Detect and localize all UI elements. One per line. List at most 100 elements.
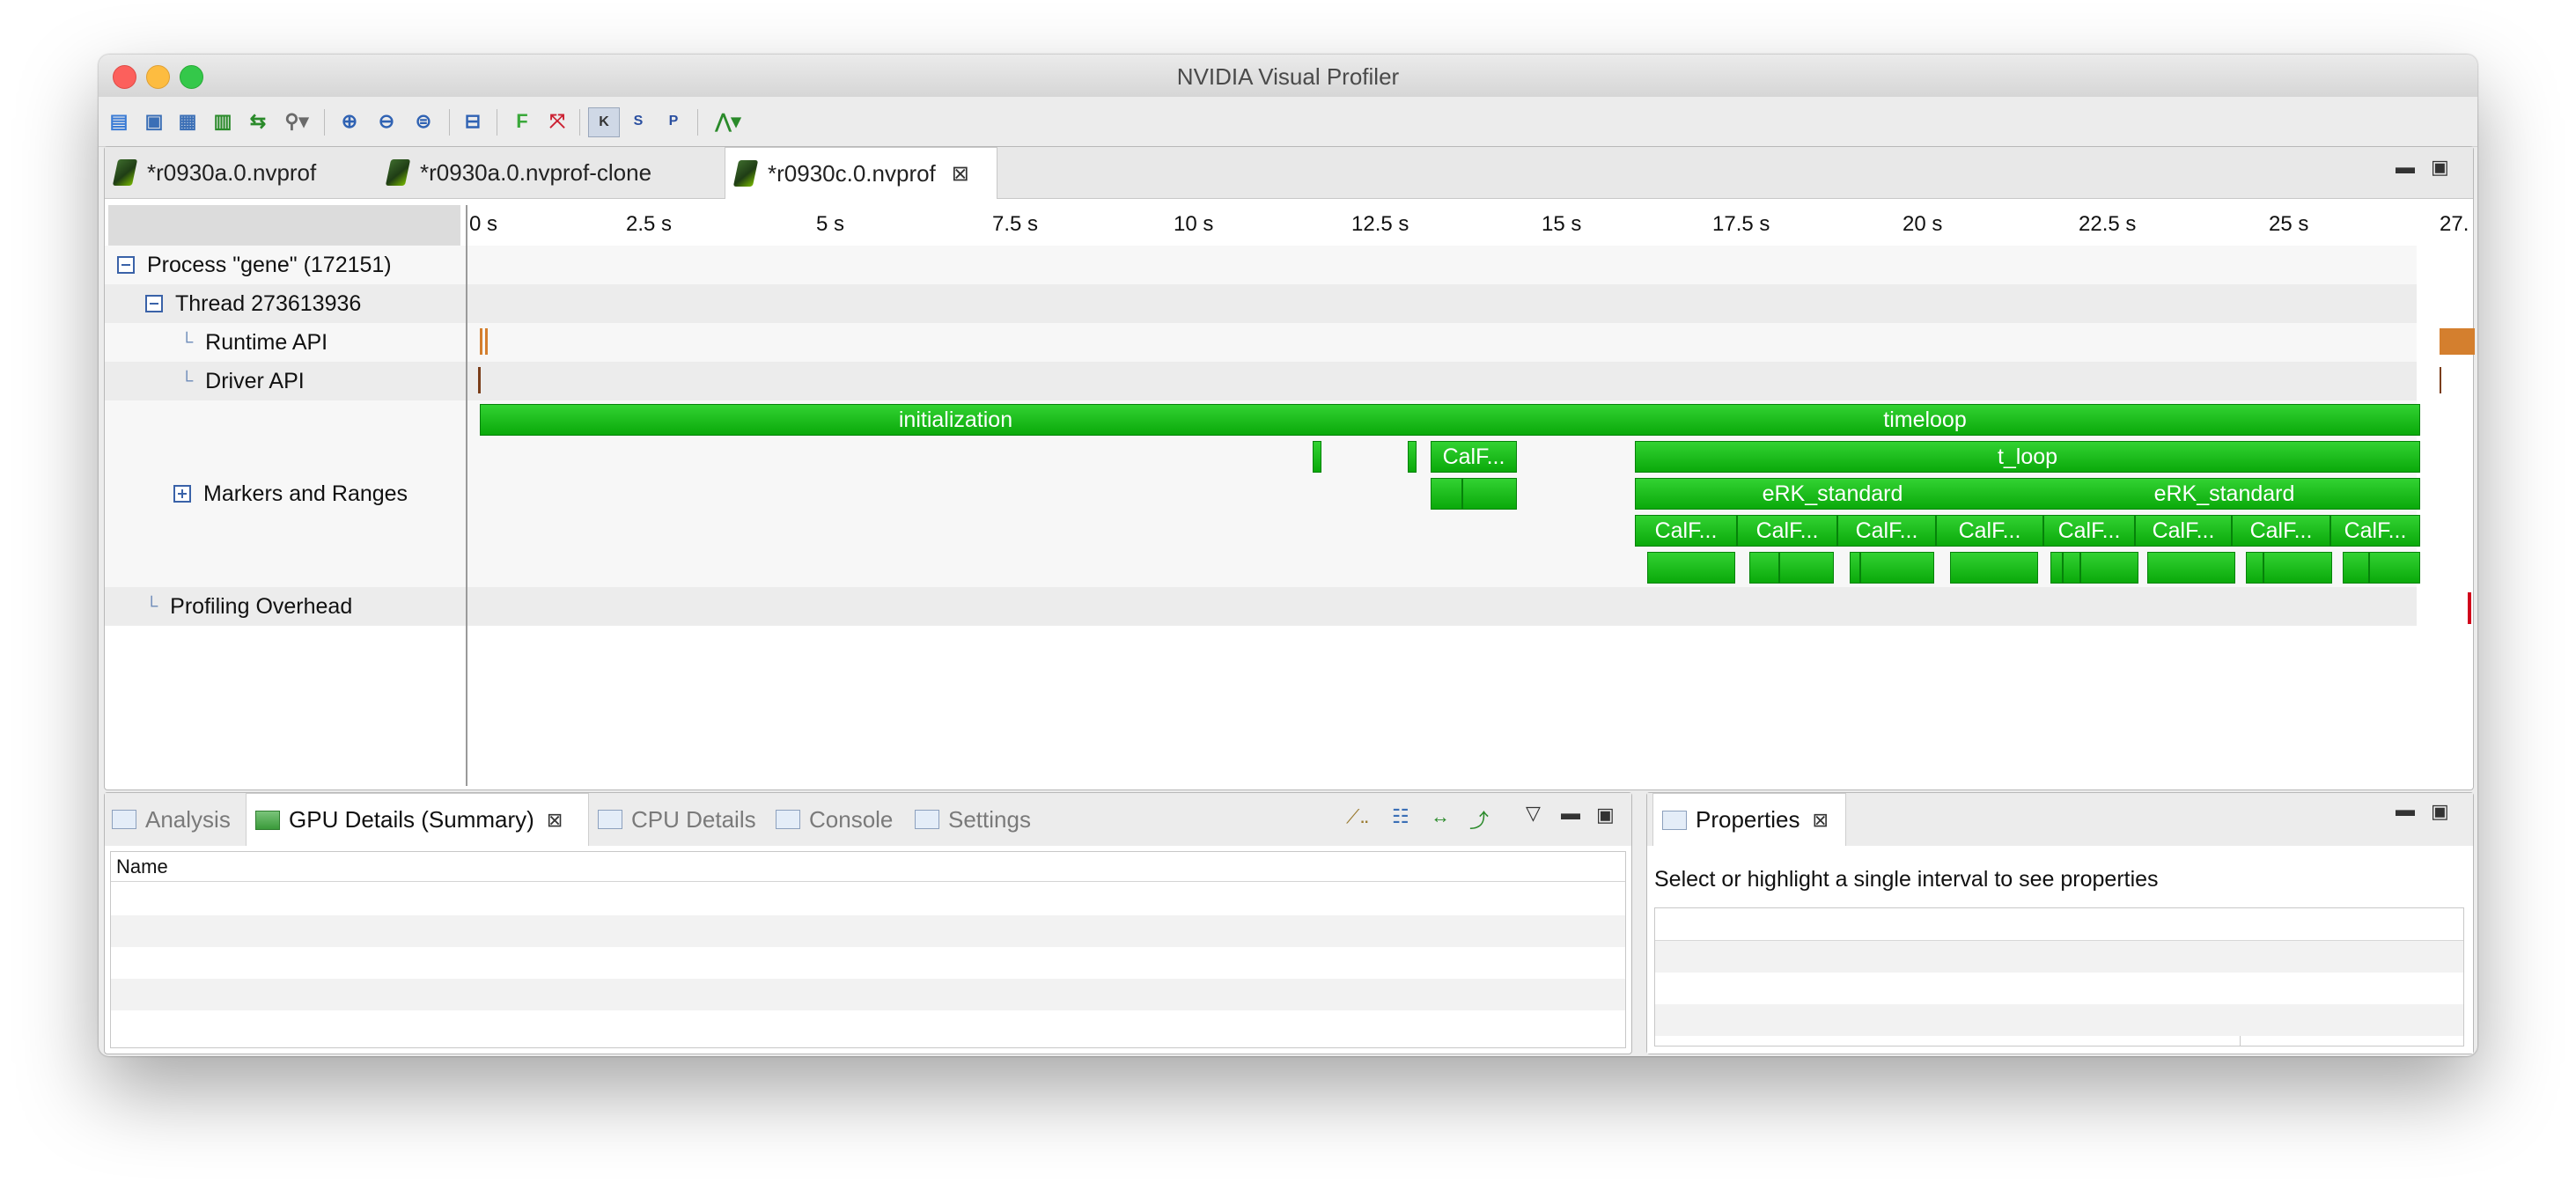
range-calf[interactable]: CalF... [1936,515,2043,547]
table-row[interactable] [111,1010,1625,1042]
close-tab-icon[interactable]: ⊠ [1813,809,1829,832]
tab-properties[interactable]: Properties ⊠ [1652,793,1846,846]
range-timeloop[interactable]: timeloop [1431,404,2420,436]
minimize-view-icon[interactable]: ▬ [1561,802,1580,825]
collapse-icon[interactable] [117,256,135,274]
search-options-icon[interactable]: ⚲▾ [282,107,312,136]
tab-analysis[interactable]: Analysis [112,793,231,846]
stream-icon[interactable]: S [623,107,653,136]
tab-r0930a[interactable]: *r0930a.0.nvprof [105,147,378,198]
analysis-tree-icon[interactable]: ⋀▾ [706,107,750,136]
expand-icon[interactable] [173,485,191,503]
range-small[interactable] [2343,552,2369,584]
range-erk-standard[interactable]: eRK_standard [1635,478,2029,510]
kernel-icon[interactable]: K [588,107,620,137]
table-row[interactable] [111,884,1625,915]
range-small[interactable] [1749,552,1779,584]
properties-table[interactable] [1654,907,2464,1046]
table-row[interactable] [1655,941,2463,973]
range-calf[interactable]: CalF... [2135,515,2232,547]
close-tab-icon[interactable]: ⊠ [952,161,969,187]
range-small[interactable] [2147,552,2235,584]
zoom-out-icon[interactable]: ⊖ [372,107,401,136]
tab-gpu-details[interactable]: GPU Details (Summary) ⊠ [246,793,589,846]
process-icon[interactable]: P [659,107,688,136]
time-ruler[interactable]: 0 s 2.5 s 5 s 7.5 s 10 s 12.5 s 15 s 17.… [467,205,2469,246]
range-small[interactable] [1431,478,1462,510]
tab-console[interactable]: Console [776,793,893,846]
zoom-fit-icon[interactable]: ⊜ [408,107,438,136]
range-label: CalF... [2344,518,2407,543]
export-icon[interactable]: ⇆ [243,107,273,136]
process-toggle[interactable]: Process "gene" (172151) [117,246,392,284]
range-small[interactable] [2063,552,2080,584]
gpu-details-table[interactable]: Name [110,851,1626,1048]
range-calf[interactable]: CalF... [2043,515,2135,547]
column-header-name[interactable]: Name [111,852,1625,882]
runtime-api-label: Runtime API [205,329,328,355]
maximize-view-icon[interactable]: ▣ [2431,156,2449,179]
timeline-canvas[interactable]: 0 s 2.5 s 5 s 7.5 s 10 s 12.5 s 15 s 17.… [466,205,2475,786]
tab-r0930a-clone[interactable]: *r0930a.0.nvprof-clone [378,147,721,198]
collapse-icon[interactable]: ⊟ [458,107,488,136]
range-small[interactable] [1408,441,1417,473]
save-icon[interactable]: ▣ [139,107,169,136]
range-small[interactable] [1313,441,1321,473]
collapse-icon[interactable] [145,295,163,312]
save-all-icon[interactable]: ▦ [173,107,202,136]
runtime-api-call[interactable] [480,328,482,355]
maximize-view-icon[interactable]: ▣ [2431,800,2449,823]
range-calf[interactable]: CalF... [1431,441,1517,473]
runtime-api-call[interactable] [2440,328,2475,355]
driver-api-call[interactable] [478,367,481,393]
range-small[interactable] [2080,552,2138,584]
range-small[interactable] [2050,552,2063,584]
range-small[interactable] [1850,552,1860,584]
range-calf[interactable]: CalF... [2232,515,2330,547]
tab-r0930c[interactable]: *r0930c.0.nvprof ⊠ [725,147,997,199]
range-calf[interactable]: CalF... [1837,515,1936,547]
range-small[interactable] [1462,478,1517,510]
range-select-icon[interactable]: ↔ [1431,805,1450,828]
table-row[interactable] [1655,973,2463,1004]
range-small[interactable] [2246,552,2263,584]
tab-settings[interactable]: Settings [915,793,1031,846]
range-small[interactable] [2263,552,2332,584]
table-row[interactable] [111,947,1625,979]
table-row[interactable] [111,915,1625,947]
clear-filter-icon[interactable]: ⤧ [542,107,572,136]
range-small[interactable] [1779,552,1834,584]
table-row[interactable] [1655,908,2463,941]
range-erk-standard[interactable]: eRK_standard [2029,478,2420,510]
import-icon[interactable]: ▥ [208,107,238,136]
driver-api-call[interactable] [2440,367,2441,393]
table-row[interactable] [1655,1004,2463,1036]
range-calf[interactable]: CalF... [1737,515,1837,547]
group-icon[interactable]: ☷ [1392,805,1409,828]
minimize-view-icon[interactable]: ▬ [2396,156,2415,179]
range-small[interactable] [2369,552,2420,584]
view-menu-icon[interactable]: ▽ [1526,802,1541,825]
close-tab-icon[interactable]: ⊠ [547,809,563,832]
runtime-api-call[interactable] [485,328,488,355]
zoom-in-icon[interactable]: ⊕ [335,107,364,136]
markers-toggle[interactable]: Markers and Ranges [173,474,408,513]
table-row[interactable] [111,979,1625,1010]
range-small[interactable] [1647,552,1735,584]
range-small[interactable] [1860,552,1934,584]
new-session-icon[interactable]: ▤ [104,107,134,136]
range-calf[interactable]: CalF... [1635,515,1737,547]
range-small[interactable] [1950,552,2038,584]
clear-icon[interactable]: ⟋‥ [1346,805,1369,828]
range-calf[interactable]: CalF... [2330,515,2420,547]
console-icon [776,810,800,829]
minimize-view-icon[interactable]: ▬ [2396,798,2415,821]
filter-icon[interactable]: F [507,107,537,136]
maximize-view-icon[interactable]: ▣ [1596,804,1615,826]
profiling-overhead-mark[interactable] [2468,592,2471,624]
range-t-loop[interactable]: t_loop [1635,441,2420,473]
tab-cpu-details[interactable]: CPU Details [598,793,756,846]
thread-toggle[interactable]: Thread 273613936 [145,284,361,323]
range-initialization[interactable]: initialization [480,404,1431,436]
export-csv-icon[interactable]: ⤴ [1469,805,1489,833]
